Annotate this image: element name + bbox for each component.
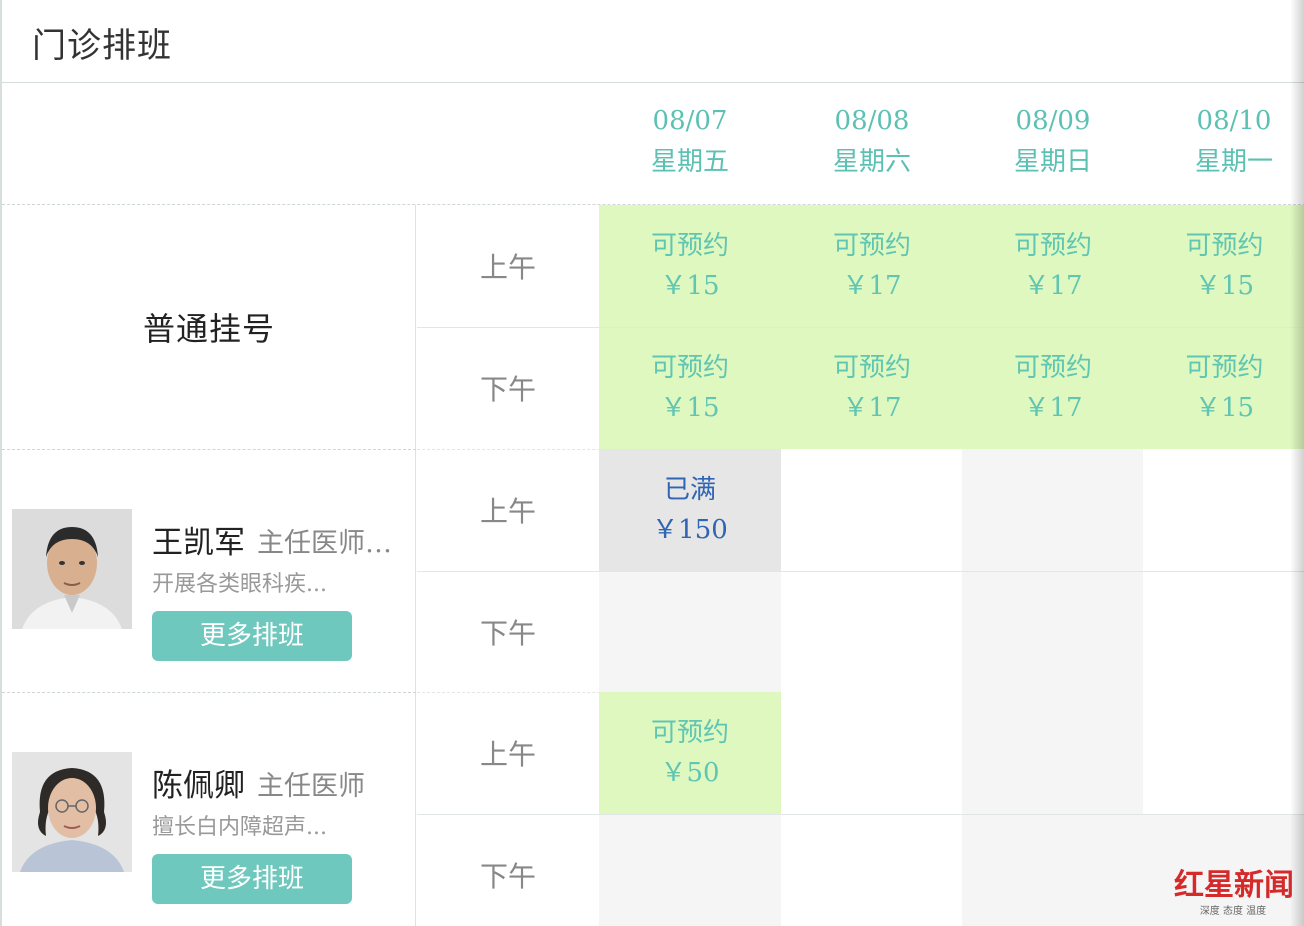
doctor-specialty: 开展各类眼科疾... [152, 572, 327, 597]
row-divider [417, 571, 1304, 572]
slot-empty [599, 571, 781, 693]
period-am: 上午 [479, 495, 536, 528]
date-label: 08/08 [834, 106, 910, 136]
doctor-name: 王凯军 [152, 525, 245, 561]
slot-status: 可预约 [650, 718, 729, 748]
doctor-specialty: 擅长白内障超声... [152, 815, 327, 840]
title-bar: 门诊排班 [2, 0, 1304, 83]
more-schedule-button[interactable]: 更多排班 [152, 611, 352, 661]
period-pm: 下午 [479, 617, 536, 650]
slot-status: 可预约 [650, 231, 729, 261]
date-label: 08/10 [1196, 106, 1272, 136]
date-label: 08/07 [652, 106, 728, 136]
slot-available[interactable]: 可预约 ￥15 [1143, 327, 1304, 449]
slot-available[interactable]: 可预约 ￥15 [599, 205, 781, 327]
slot-empty [781, 692, 963, 814]
period-pm: 下午 [479, 860, 536, 893]
slot-price: ￥15 [1194, 393, 1255, 423]
slot-available[interactable]: 可预约 ￥17 [781, 205, 963, 327]
slot-empty [599, 814, 781, 926]
doctor-name: 陈佩卿 [152, 768, 245, 804]
watermark-slogan: 深度 态度 温度 [1199, 906, 1267, 917]
slot-price: ￥15 [1194, 271, 1255, 301]
slot-empty [1143, 692, 1304, 814]
slot-price: ￥50 [660, 758, 720, 788]
date-header-3: 08/09 星期日 [962, 83, 1144, 205]
doctor-photo [12, 509, 132, 629]
schedule-page: 门诊排班 08/07 星期五 08/08 星期六 08/09 星期日 08/10… [0, 0, 1304, 926]
slot-available[interactable]: 可预约 ￥50 [599, 692, 781, 814]
slot-empty [781, 814, 963, 926]
slot-available[interactable]: 可预约 ￥17 [962, 327, 1144, 449]
row-divider [417, 814, 1304, 815]
doctor-title: 主任医师… [257, 528, 392, 559]
date-header-2: 08/08 星期六 [781, 83, 963, 205]
doctor-card: 陈佩卿 主任医师 擅长白内障超声... 更多排班 [2, 692, 416, 926]
more-schedule-button[interactable]: 更多排班 [152, 854, 352, 904]
watermark-logo: 红星新闻 [1174, 868, 1294, 903]
slot-empty [962, 449, 1144, 571]
slot-empty [1143, 571, 1304, 693]
news-watermark: 红星新闻 深度 态度 温度 [1170, 860, 1300, 917]
slot-status: 可预约 [1013, 353, 1092, 383]
slot-empty [781, 449, 963, 571]
period-pm: 下午 [479, 373, 536, 406]
slot-full: 已满 ￥150 [599, 449, 781, 571]
slot-status: 可预约 [650, 353, 729, 383]
slot-status: 可预约 [832, 353, 911, 383]
slot-price: ￥150 [652, 515, 728, 545]
slot-price: ￥17 [1023, 393, 1083, 423]
slot-price: ￥15 [660, 271, 720, 301]
page-title: 门诊排班 [32, 26, 172, 66]
weekday-label: 星期六 [832, 147, 911, 177]
slot-status: 可预约 [1185, 231, 1264, 261]
row-divider [417, 327, 1304, 328]
doctor-photo [12, 752, 132, 872]
slot-empty [962, 571, 1144, 693]
slot-empty [781, 571, 963, 693]
period-am: 上午 [479, 251, 536, 284]
slot-empty [1143, 449, 1304, 571]
slot-price: ￥17 [842, 271, 902, 301]
slot-price: ￥15 [660, 393, 720, 423]
period-am: 上午 [479, 738, 536, 771]
slot-available[interactable]: 可预约 ￥17 [962, 205, 1144, 327]
date-header-1: 08/07 星期五 [599, 83, 781, 205]
slot-status: 已满 [663, 475, 716, 505]
slot-available[interactable]: 可预约 ￥15 [599, 327, 781, 449]
weekday-label: 星期一 [1194, 147, 1273, 177]
slot-available[interactable]: 可预约 ￥15 [1143, 205, 1304, 327]
slot-price: ￥17 [1023, 271, 1083, 301]
general-registration-label: 普通挂号 [142, 310, 275, 348]
doctor-title: 主任医师 [257, 771, 365, 802]
weekday-label: 星期五 [650, 147, 729, 177]
slot-empty [962, 692, 1144, 814]
slot-price: ￥17 [842, 393, 902, 423]
slot-status: 可预约 [832, 231, 911, 261]
slot-status: 可预约 [1013, 231, 1092, 261]
slot-status: 可预约 [1185, 353, 1264, 383]
doctor-card: 王凯军 主任医师… 开展各类眼科疾... 更多排班 [2, 449, 416, 693]
slot-empty [962, 814, 1144, 926]
date-label: 08/09 [1015, 106, 1091, 136]
weekday-label: 星期日 [1013, 147, 1092, 177]
date-header-4: 08/10 星期一 [1143, 83, 1304, 205]
slot-available[interactable]: 可预约 ￥17 [781, 327, 963, 449]
